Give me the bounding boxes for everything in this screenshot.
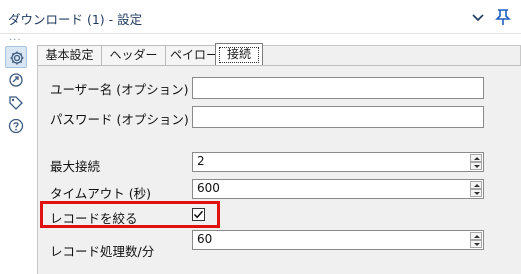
max-connections-label: 最大接続 xyxy=(50,159,101,174)
tab-content-connection: ユーザー名 (オプション) パスワード (オプション) 最大接続 2 タイムアウ… xyxy=(38,65,521,274)
records-per-minute-spinner[interactable]: 60 xyxy=(192,230,484,250)
spin-down-button[interactable] xyxy=(470,189,482,197)
records-per-minute-label: レコード処理数/分 xyxy=(50,244,155,259)
max-connections-spinner[interactable]: 2 xyxy=(192,152,484,172)
connection-icon[interactable] xyxy=(5,69,27,91)
spin-up-button[interactable] xyxy=(470,232,482,240)
timeout-value: 600 xyxy=(197,181,220,195)
settings-icon[interactable] xyxy=(5,46,27,68)
spin-up-button[interactable] xyxy=(470,154,482,162)
pin-icon[interactable] xyxy=(495,8,511,26)
timeout-label: タイムアウト (秒) xyxy=(50,186,151,201)
max-connections-value: 2 xyxy=(197,154,205,168)
spin-up-button[interactable] xyxy=(470,181,482,189)
spin-down-button[interactable] xyxy=(470,240,482,248)
tab-headers[interactable]: ヘッダー xyxy=(101,45,166,65)
tab-connection[interactable]: 接続 xyxy=(215,43,263,65)
window-titlebar: ダウンロード (1) - 設定 xyxy=(0,0,521,34)
username-input[interactable] xyxy=(192,77,484,99)
chevron-down-icon[interactable] xyxy=(471,10,485,24)
password-input[interactable] xyxy=(192,106,484,128)
tab-basic-settings[interactable]: 基本設定 xyxy=(37,45,102,65)
tab-label: ヘッダー xyxy=(109,48,158,62)
tag-icon[interactable] xyxy=(5,92,27,114)
username-label: ユーザー名 (オプション) xyxy=(50,82,189,97)
password-label: パスワード (オプション) xyxy=(50,112,189,127)
highlight-box xyxy=(40,201,220,228)
help-icon[interactable] xyxy=(5,115,27,137)
sidebar xyxy=(0,40,30,274)
tab-label: 基本設定 xyxy=(45,48,94,62)
focus-rectangle xyxy=(219,47,259,63)
spin-down-button[interactable] xyxy=(470,162,482,170)
timeout-spinner[interactable]: 600 xyxy=(192,179,484,199)
window-title: ダウンロード (1) - 設定 xyxy=(8,12,143,27)
records-per-minute-value: 60 xyxy=(197,232,213,246)
